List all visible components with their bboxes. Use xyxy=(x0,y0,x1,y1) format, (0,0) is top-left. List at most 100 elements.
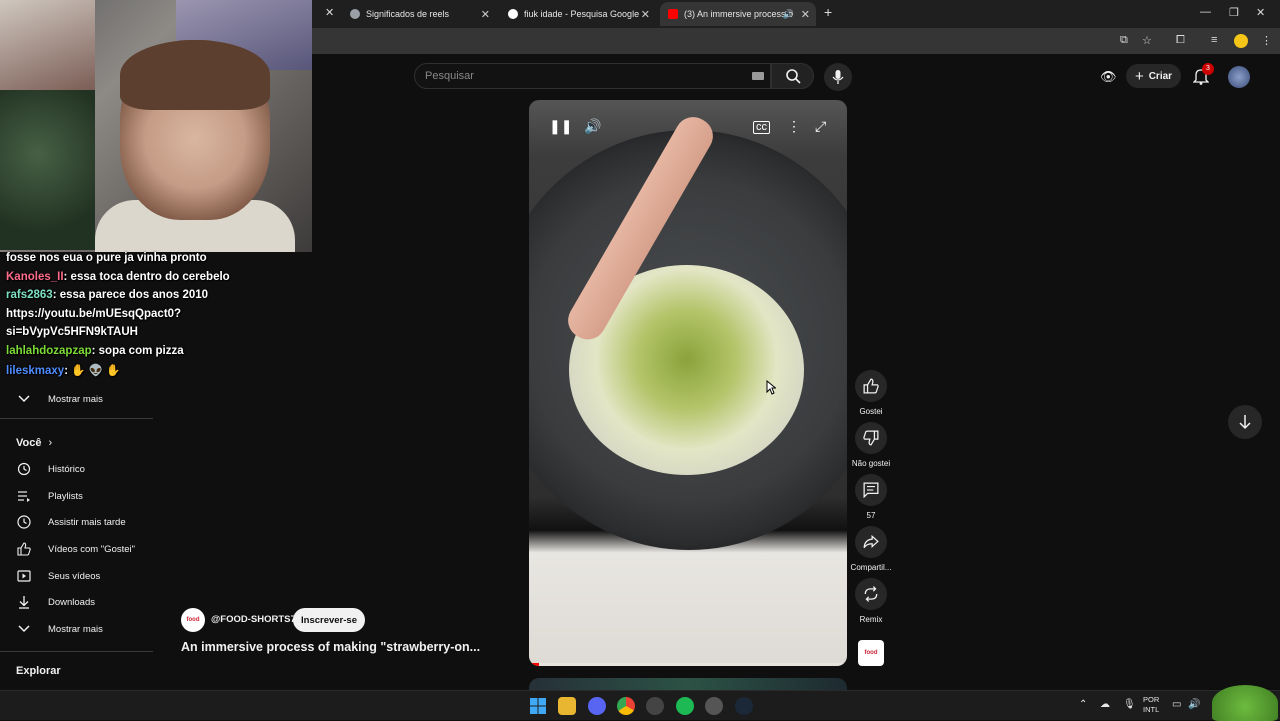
sidebar-you-heading[interactable]: Você › xyxy=(16,437,52,449)
chat-username: rafs2863 xyxy=(6,289,53,301)
google-icon xyxy=(508,9,518,19)
share-label: Compartil... xyxy=(850,563,892,572)
sidebar-item-downloads[interactable]: Downloads xyxy=(16,591,95,613)
sidebar-item-liked-videos[interactable]: Vídeos com "Gostei" xyxy=(16,538,135,560)
sidebar-show-more-1[interactable]: Mostrar mais xyxy=(16,388,103,410)
tab-close-icon[interactable]: ✕ xyxy=(641,8,650,21)
remix-label: Remix xyxy=(859,615,883,624)
video-player[interactable]: ❚❚ 🔊 cc ⋮ ⤢ xyxy=(529,100,847,666)
extensions-icon[interactable]: ⧠ xyxy=(1176,34,1185,47)
share-icon xyxy=(863,534,879,549)
eye-icon[interactable]: 👁 xyxy=(1100,69,1117,85)
browser-menu-icon[interactable]: ⋮ xyxy=(1261,34,1272,47)
sidebar-item-playlists[interactable]: Playlists xyxy=(16,485,83,507)
sidebar-item-watch-later[interactable]: Assistir mais tarde xyxy=(16,511,126,533)
voice-search-button[interactable] xyxy=(824,63,852,91)
channel-avatar[interactable]: food xyxy=(181,608,205,632)
tab-close-icon[interactable]: ✕ xyxy=(801,8,810,21)
close-window-icon[interactable]: ✕ xyxy=(1256,6,1265,19)
sidebar-item-your-videos[interactable]: Seus vídeos xyxy=(16,565,100,587)
new-tab-button[interactable]: + xyxy=(824,4,832,20)
volume-icon[interactable]: 🔊 xyxy=(1188,699,1200,710)
comment-count: 57 xyxy=(866,511,876,520)
close-tab-icon[interactable]: ✕ xyxy=(325,6,334,19)
sidebar-show-more-2[interactable]: Mostrar mais xyxy=(16,618,103,640)
tab-close-icon[interactable]: ✕ xyxy=(481,8,490,21)
notifications-button[interactable]: 3 xyxy=(1192,63,1214,90)
youtube-icon xyxy=(668,9,678,19)
video-progress-bar[interactable] xyxy=(529,663,847,666)
more-options-icon[interactable]: ⋮ xyxy=(787,118,801,135)
dislike-button[interactable]: Não gostei xyxy=(848,422,894,468)
tab-youtube[interactable]: (3) An immersive process o 🔊 ✕ xyxy=(660,2,816,26)
sidebar-item-label: Mostrar mais xyxy=(48,623,103,635)
tab-significados[interactable]: Significados de reels ✕ xyxy=(340,2,496,26)
discord-icon[interactable] xyxy=(588,697,606,715)
next-video-button[interactable] xyxy=(1228,405,1262,439)
fullscreen-icon[interactable]: ⤢ xyxy=(815,118,826,135)
volume-icon[interactable]: 🔊 xyxy=(584,118,601,135)
next-short-preview[interactable] xyxy=(529,678,847,690)
chat-message: fosse nos eua o pure ja vinha pronto xyxy=(6,252,207,264)
sidebar-item-label: Assistir mais tarde xyxy=(48,516,126,528)
streamer-hair xyxy=(120,40,270,110)
chat-username: lahlahdozapzap xyxy=(6,344,92,357)
search-box[interactable] xyxy=(414,63,771,89)
account-avatar[interactable] xyxy=(1228,66,1250,88)
bookmark-star-icon[interactable]: ☆ xyxy=(1142,34,1152,47)
video-icon xyxy=(16,568,32,584)
cast-icon[interactable]: ⧉ xyxy=(1120,34,1128,47)
keyboard-icon[interactable] xyxy=(752,72,764,80)
history-icon xyxy=(16,461,32,477)
obs-icon[interactable] xyxy=(705,697,723,715)
search-icon xyxy=(785,69,801,84)
media-control-icon[interactable]: ≡ xyxy=(1211,34,1217,46)
steam-icon[interactable] xyxy=(735,697,753,715)
sidebar-item-label: Seus vídeos xyxy=(48,570,101,582)
remix-icon xyxy=(864,586,878,602)
spotify-icon[interactable] xyxy=(676,697,694,715)
channel-name[interactable]: @FOOD-SHORTS7 xyxy=(211,614,296,625)
app-icon[interactable] xyxy=(646,697,664,715)
plant xyxy=(0,90,95,250)
create-button[interactable]: + Criar xyxy=(1126,64,1181,88)
sidebar-explore-heading: Explorar xyxy=(16,665,61,677)
network-icon[interactable]: ▭ xyxy=(1172,699,1181,710)
video-title[interactable]: An immersive process of making "strawber… xyxy=(181,640,480,654)
captions-icon[interactable]: cc xyxy=(753,121,770,134)
file-explorer-icon[interactable] xyxy=(558,697,576,715)
subscribe-button[interactable]: Inscrever-se xyxy=(293,608,365,632)
cloud-icon[interactable]: ☁ xyxy=(1100,699,1110,710)
sound-source-thumbnail[interactable]: food xyxy=(858,640,884,666)
tab-label: Significados de reels xyxy=(366,9,450,19)
profile-avatar[interactable] xyxy=(1234,34,1248,48)
tab-label: (3) An immersive process o xyxy=(684,9,794,19)
minimize-icon[interactable]: — xyxy=(1200,6,1211,18)
chevron-up-icon[interactable]: ⌃ xyxy=(1079,699,1087,710)
pause-icon[interactable]: ❚❚ xyxy=(549,118,572,135)
chevron-down-icon xyxy=(16,391,32,407)
sidebar-item-label: Histórico xyxy=(48,463,85,475)
search-button[interactable] xyxy=(771,63,814,89)
like-button[interactable]: Gostei xyxy=(848,370,894,416)
speaker-icon[interactable]: 🔊 xyxy=(783,9,794,20)
microphone-icon[interactable]: 🎙 xyxy=(1123,699,1136,710)
comments-button[interactable]: 57 xyxy=(848,474,894,520)
chat-message: rafs2863: essa parece dos anos 2010 xyxy=(6,289,208,301)
plus-icon: + xyxy=(1134,67,1144,85)
chrome-icon[interactable] xyxy=(617,697,635,715)
pepe-emote-overlay xyxy=(1212,685,1278,721)
restore-icon[interactable]: ❐ xyxy=(1229,6,1239,19)
tab-label: fiuk idade - Pesquisa Google xyxy=(524,9,640,19)
chevron-down-icon xyxy=(16,621,32,637)
language-indicator[interactable]: POR INTL xyxy=(1143,695,1159,715)
share-button[interactable]: Compartil... xyxy=(848,526,894,572)
sidebar-item-label: Mostrar mais xyxy=(48,393,103,405)
windows-start-icon[interactable] xyxy=(529,697,547,715)
sidebar-divider xyxy=(0,418,153,419)
remix-button[interactable]: Remix xyxy=(848,578,894,624)
search-input[interactable] xyxy=(425,64,745,88)
keyboard-layout: INTL xyxy=(1143,705,1160,714)
tab-google-search[interactable]: fiuk idade - Pesquisa Google ✕ xyxy=(500,2,656,26)
sidebar-item-history[interactable]: Histórico xyxy=(16,458,85,480)
